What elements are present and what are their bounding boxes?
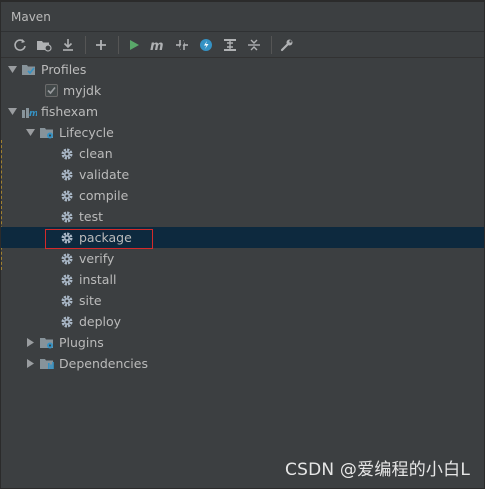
profile-label: myjdk [63, 83, 102, 98]
goal-label: compile [79, 188, 129, 203]
gear-icon [59, 188, 75, 204]
tool-window-header: Maven [1, 0, 484, 32]
goal-label: validate [79, 167, 130, 182]
skip-tests-icon[interactable] [195, 34, 217, 56]
maven-toolbar: m [1, 32, 484, 58]
add-icon[interactable] [90, 34, 112, 56]
profiles-icon [21, 62, 37, 78]
expanded-arrow-icon[interactable] [7, 65, 17, 75]
goal-label: test [79, 209, 104, 224]
tree-node-lifecycle[interactable]: Lifecycle [1, 122, 484, 143]
tree-node-label: Dependencies [59, 356, 148, 371]
profile-item-myjdk[interactable]: myjdk [1, 80, 484, 101]
tool-window-title: Maven [11, 9, 51, 24]
goal-label: deploy [79, 314, 122, 329]
gear-icon [59, 230, 75, 246]
gear-icon [59, 251, 75, 267]
toolbar-separator [85, 35, 86, 54]
tree-node-label: fishexam [41, 104, 99, 119]
maven-project-icon: m [21, 104, 37, 120]
lifecycle-goal-site[interactable]: site [1, 290, 484, 311]
settings-wrench-icon[interactable] [276, 34, 298, 56]
svg-text:m: m [150, 39, 164, 51]
gear-icon [59, 146, 75, 162]
goal-label: site [79, 293, 102, 308]
generate-sources-icon[interactable] [33, 34, 55, 56]
collapsed-arrow-icon[interactable] [25, 359, 35, 369]
toolbar-separator [271, 35, 272, 54]
tree-node-label: Profiles [41, 62, 87, 77]
download-icon[interactable] [57, 34, 79, 56]
tree-node-project[interactable]: m fishexam [1, 101, 484, 122]
checkbox-checked-icon[interactable] [43, 83, 59, 99]
tree-node-dependencies[interactable]: Dependencies [1, 353, 484, 374]
maven-tool-window: Maven m Profiles myjdk fishexam Lifecycl… [0, 0, 485, 489]
goal-label: install [79, 272, 117, 287]
goal-label: clean [79, 146, 113, 161]
toolbar-separator [118, 35, 119, 54]
dependencies-folder-icon [39, 356, 55, 372]
lifecycle-goal-deploy[interactable]: deploy [1, 311, 484, 332]
lifecycle-goal-test[interactable]: test [1, 206, 484, 227]
collapsed-arrow-icon[interactable] [25, 338, 35, 348]
plugins-folder-icon [39, 335, 55, 351]
tree-node-plugins[interactable]: Plugins [1, 332, 484, 353]
maven-goal-icon[interactable]: m [147, 34, 169, 56]
lifecycle-goal-verify[interactable]: verify [1, 248, 484, 269]
collapse-all-icon[interactable] [243, 34, 265, 56]
goal-label: verify [79, 251, 115, 266]
reload-icon[interactable] [9, 34, 31, 56]
lifecycle-folder-icon [39, 125, 55, 141]
tree-node-profiles[interactable]: Profiles [1, 59, 484, 80]
gear-icon [59, 293, 75, 309]
lifecycle-goal-validate[interactable]: validate [1, 164, 484, 185]
expanded-arrow-icon[interactable] [7, 107, 17, 117]
tree-node-label: Lifecycle [59, 125, 114, 140]
toggle-offline-icon[interactable] [171, 34, 193, 56]
maven-project-tree: Profiles myjdk m fishexam [1, 58, 484, 488]
goal-label: package [79, 230, 132, 245]
lifecycle-goal-package[interactable]: package [1, 227, 484, 248]
tree-node-label: Plugins [59, 335, 104, 350]
watermark-text: CSDN @爱编程的小白L [285, 460, 470, 480]
gear-icon [59, 314, 75, 330]
gear-icon [59, 209, 75, 225]
gear-icon [59, 167, 75, 183]
lifecycle-goal-install[interactable]: install [1, 269, 484, 290]
svg-text:m: m [29, 109, 37, 119]
lifecycle-goal-compile[interactable]: compile [1, 185, 484, 206]
lifecycle-goal-clean[interactable]: clean [1, 143, 484, 164]
gear-icon [59, 272, 75, 288]
expanded-arrow-icon[interactable] [25, 128, 35, 138]
run-icon[interactable] [123, 34, 145, 56]
show-dependencies-icon[interactable] [219, 34, 241, 56]
